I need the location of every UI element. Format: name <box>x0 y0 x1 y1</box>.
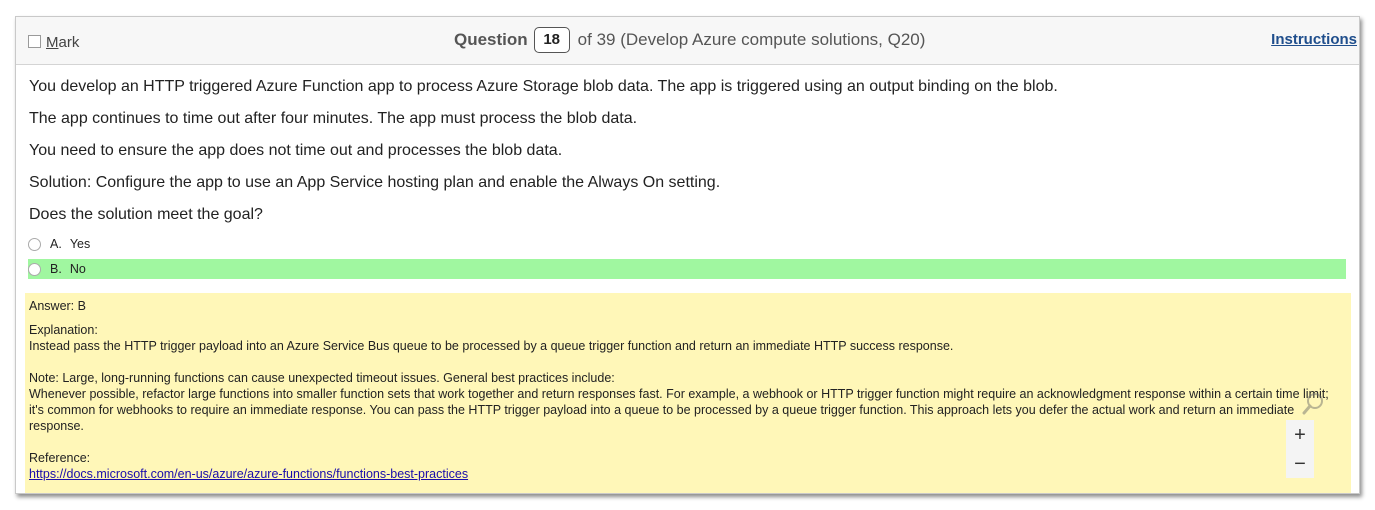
question-word: Question <box>454 30 528 49</box>
question-paragraph: Solution: Configure the app to use an Ap… <box>29 174 721 191</box>
question-navigator: Question 18 of 39 (Develop Azure compute… <box>454 27 925 53</box>
reference-label: Reference: <box>29 451 91 465</box>
note-line: Note: Large, long-running functions can … <box>29 371 615 385</box>
option-letter: A. <box>50 237 62 251</box>
option-letter: B. <box>50 262 62 276</box>
note-text: Whenever possible, refactor large functi… <box>29 387 1329 433</box>
zoom-out-button[interactable]: − <box>1286 450 1314 478</box>
question-suffix: of 39 (Develop Azure compute solutions, … <box>577 30 926 49</box>
zoom-in-button[interactable]: + <box>1286 420 1314 450</box>
option-text: Yes <box>69 237 91 251</box>
question-paragraph: Does the solution meet the goal? <box>29 206 263 223</box>
radio-button[interactable] <box>28 262 41 276</box>
question-paragraph: The app continues to time out after four… <box>29 110 638 127</box>
question-window: Mark Question 18 of 39 (Develop Azure co… <box>15 16 1360 494</box>
option-b[interactable]: B. No <box>28 259 1346 279</box>
option-text: No <box>69 262 86 276</box>
answer-panel: Answer: B Explanation: Instead pass the … <box>25 293 1351 493</box>
mark-checkbox-box[interactable] <box>28 34 41 48</box>
question-paragraph: You develop an HTTP triggered Azure Func… <box>29 78 1058 95</box>
question-number-input[interactable]: 18 <box>533 27 570 53</box>
mark-checkbox[interactable]: Mark <box>28 34 79 51</box>
reference-link[interactable]: https://docs.microsoft.com/en-us/azure/a… <box>29 466 468 482</box>
question-header: Mark Question 18 of 39 (Develop Azure co… <box>16 17 1359 65</box>
answer-line: Answer: B <box>29 299 86 313</box>
radio-button[interactable] <box>28 237 41 251</box>
option-a[interactable]: A. Yes <box>28 234 1346 254</box>
explanation-label: Explanation: <box>29 323 98 337</box>
question-paragraph: You need to ensure the app does not time… <box>29 142 563 159</box>
instructions-link[interactable]: Instructions <box>1271 31 1357 48</box>
magnifier-icon[interactable] <box>1301 391 1327 417</box>
explanation-text: Instead pass the HTTP trigger payload in… <box>29 339 954 353</box>
mark-label[interactable]: Mark <box>46 34 79 51</box>
